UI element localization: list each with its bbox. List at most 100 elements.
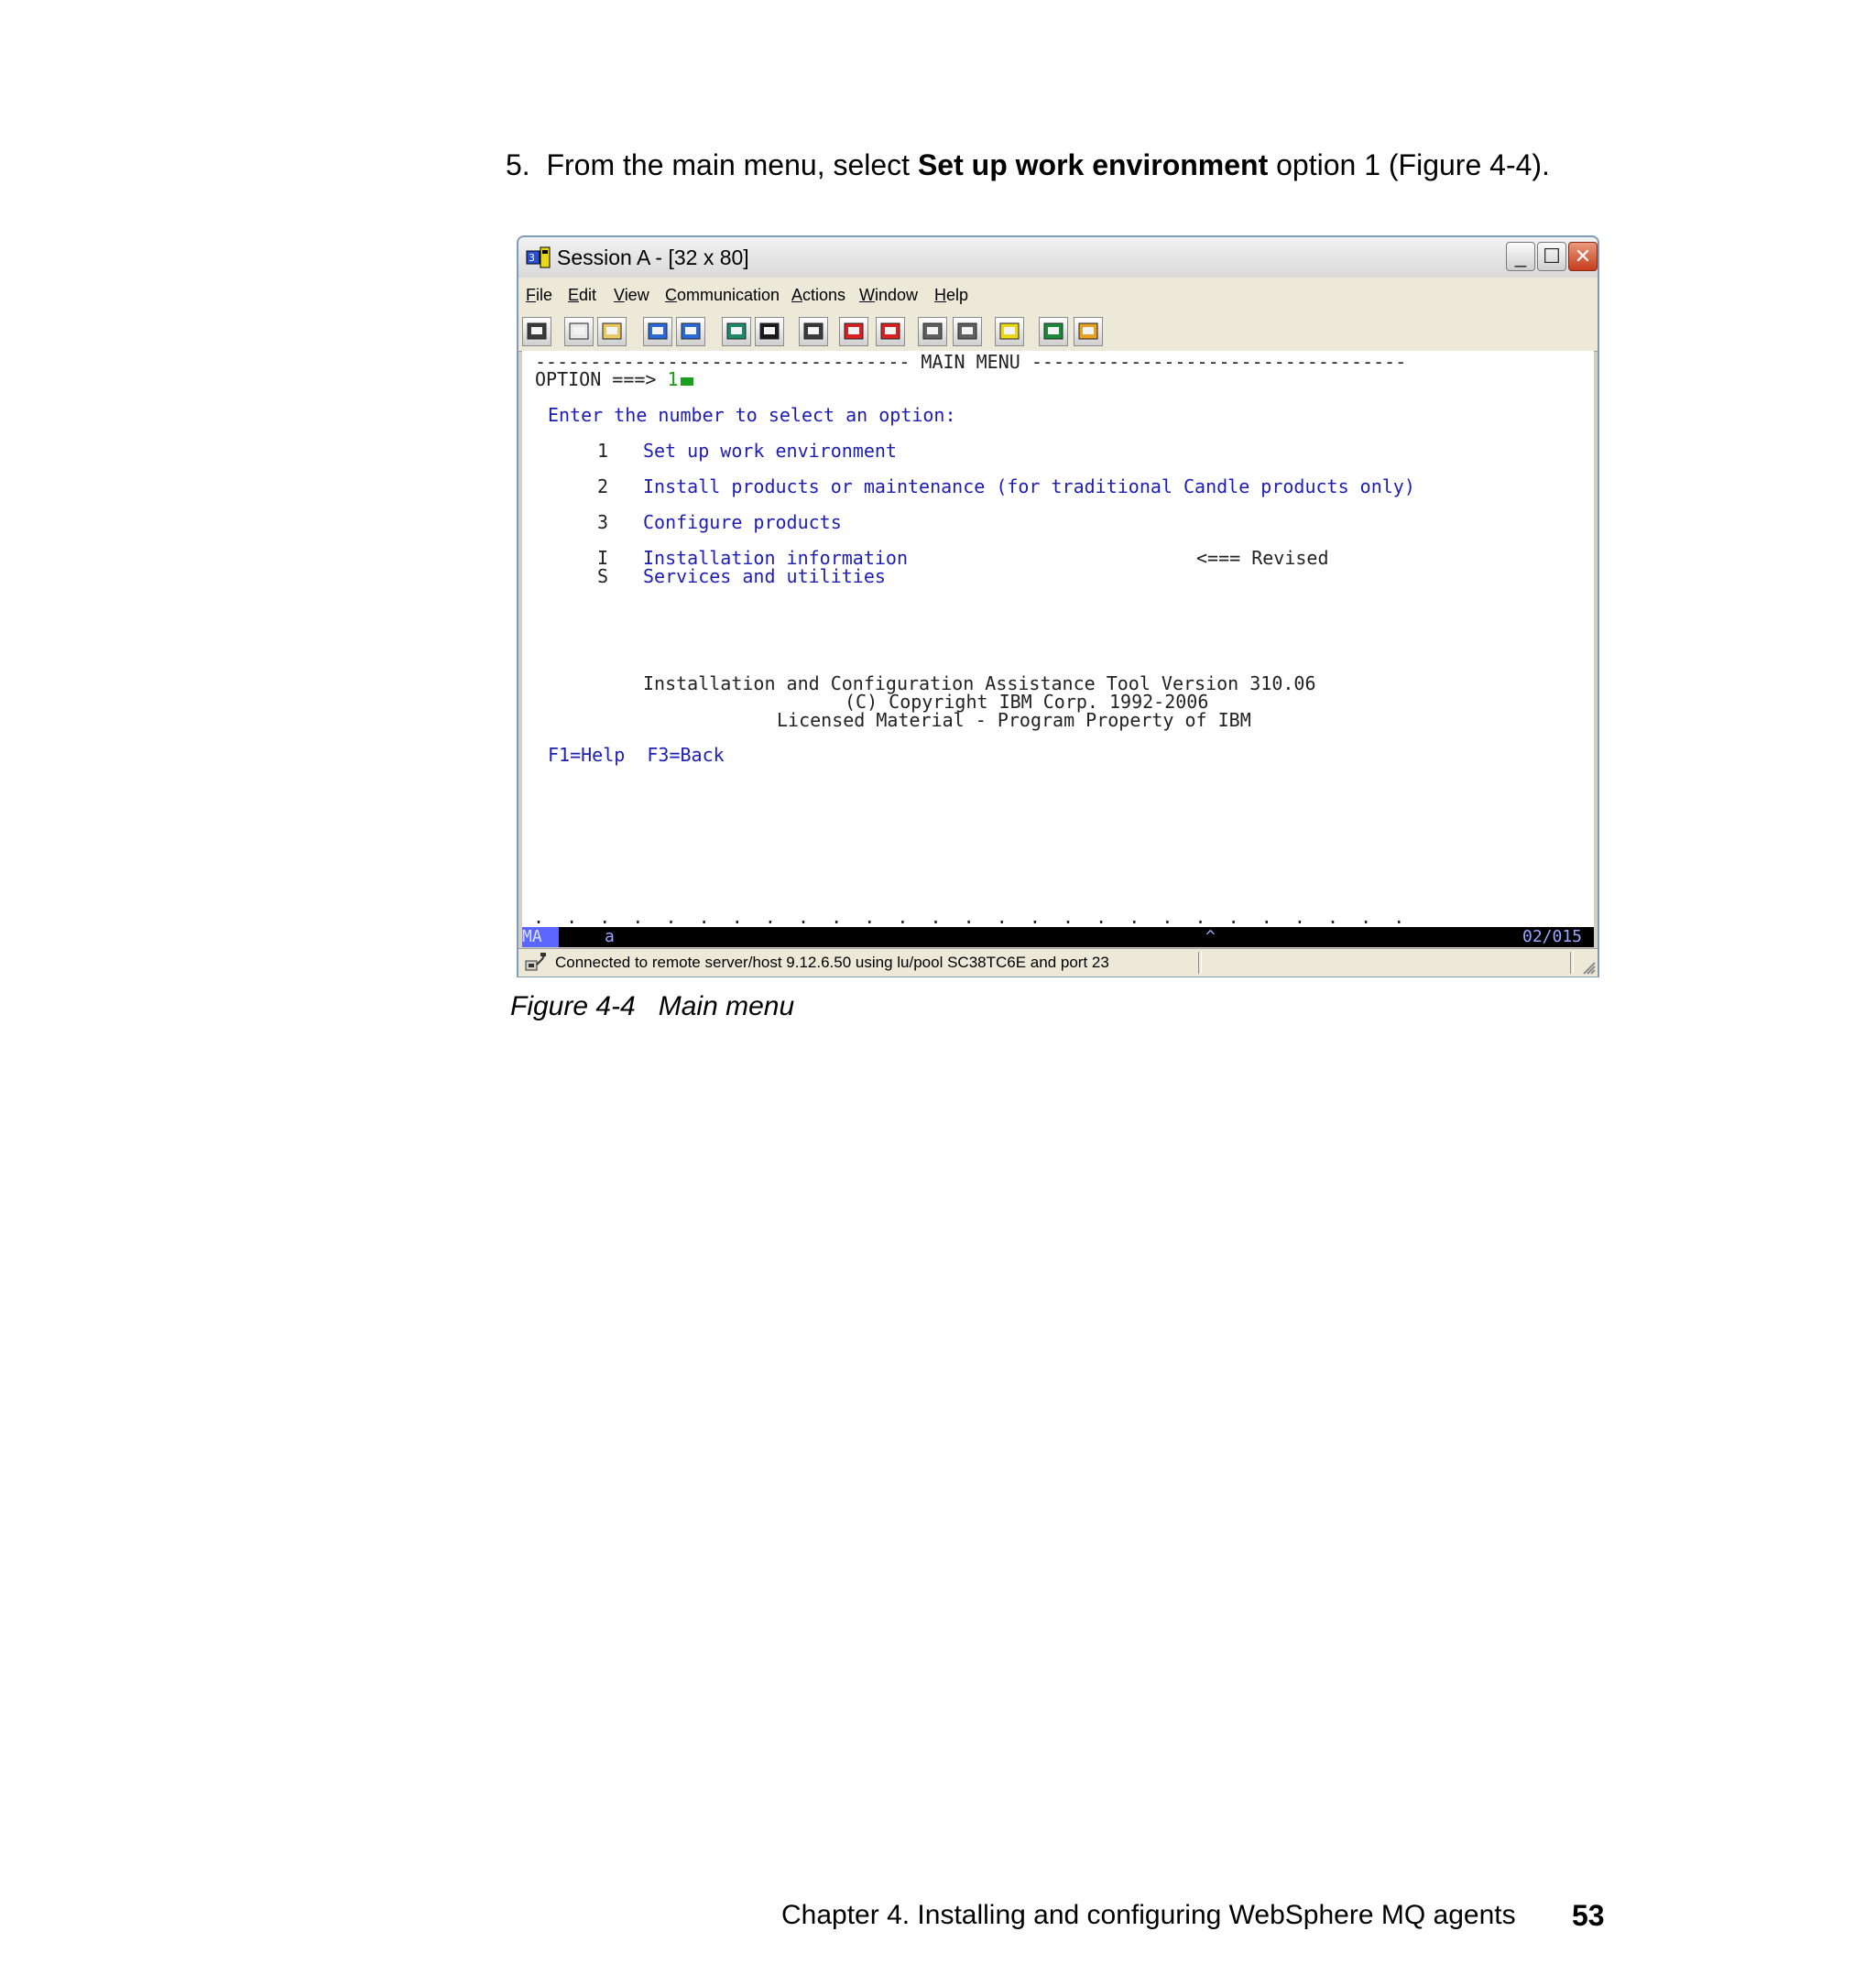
step-bold: Set up work environment <box>917 148 1269 181</box>
menu-bar: File Edit View Communication Actions Window He… <box>518 278 1598 313</box>
screen-icon <box>527 322 547 340</box>
send-file-icon <box>648 322 668 340</box>
title-bar[interactable]: 3 Session A - [32 x 80] _ ☐ ✕ <box>518 237 1598 278</box>
text-cursor <box>680 377 693 386</box>
menu-label-rest: iew <box>624 286 649 304</box>
option-key-3: 3 <box>597 511 609 533</box>
macro-stop-button[interactable] <box>876 317 905 346</box>
svg-text:3: 3 <box>529 252 535 264</box>
display-button[interactable] <box>722 317 751 346</box>
macro-record-button[interactable] <box>839 317 868 346</box>
menu-label-rest: dit <box>579 286 597 304</box>
figure-label: Figure 4-4 <box>510 991 636 1021</box>
menu-label-rest: indow <box>875 286 919 304</box>
receive-file-icon <box>681 322 701 340</box>
keyboard-button[interactable] <box>799 317 828 346</box>
menu-file[interactable]: File <box>526 284 552 306</box>
connection-icon <box>525 953 546 971</box>
toolbar <box>518 312 1598 352</box>
footer-chapter: Chapter 4. Installing and configuring We… <box>781 1900 1516 1930</box>
macro-record-icon <box>844 322 864 340</box>
macro-options-button[interactable] <box>953 317 982 346</box>
display-setup-button[interactable] <box>755 317 784 346</box>
step-instruction: 5. From the main menu, select Set up wor… <box>506 147 1550 183</box>
macro-stop-icon <box>880 322 900 340</box>
receive-file-button[interactable] <box>676 317 705 346</box>
operator-info-area: MA a ^ 02/015 <box>522 927 1594 947</box>
minimize-icon: _ <box>1514 245 1527 267</box>
menu-view[interactable]: View <box>614 284 649 306</box>
display-setup-icon <box>759 322 780 340</box>
menu-mnemonic: E <box>568 286 580 304</box>
menu-mnemonic: V <box>614 286 625 304</box>
menu-mnemonic: F <box>526 286 536 304</box>
menu-edit[interactable]: Edit <box>568 284 596 306</box>
menu-label-rest: elp <box>946 286 969 304</box>
menu-label-rest: ctions <box>802 286 846 304</box>
option-key-i: I <box>597 547 609 569</box>
macro-options-icon <box>957 322 977 340</box>
close-icon: ✕ <box>1574 245 1592 267</box>
macro-play-button[interactable] <box>918 317 947 346</box>
terminal-app-icon: 3 <box>526 246 551 268</box>
menu-label-rest: ommunication <box>677 286 780 304</box>
close-button[interactable]: ✕ <box>1568 242 1598 271</box>
clipboard-button[interactable] <box>995 317 1024 346</box>
keyboard-icon <box>803 322 823 340</box>
figure-title: Main menu <box>658 991 795 1021</box>
maximize-icon: ☐ <box>1543 245 1561 267</box>
copy-icon <box>569 322 589 340</box>
maximize-button[interactable]: ☐ <box>1537 242 1566 271</box>
clipboard-icon <box>999 322 1020 340</box>
revised-note: <=== Revised <box>1196 547 1329 569</box>
option-prompt: OPTION ===> <box>535 368 657 390</box>
menu-communication[interactable]: Communication <box>665 284 780 306</box>
window-title: Session A - [32 x 80] <box>557 246 749 269</box>
page-number: 53 <box>1572 1899 1605 1932</box>
license-line: Licensed Material - Program Property of … <box>777 709 1251 731</box>
oia-mode: MA <box>522 927 559 947</box>
copyright-line: (C) Copyright IBM Corp. 1992-2006 <box>845 691 1209 713</box>
oia-cursor-position: 02/015 <box>1522 927 1583 946</box>
option-key-1: 1 <box>597 440 609 462</box>
option-label-s[interactable]: Services and utilities <box>643 567 886 585</box>
instruction-text: Enter the number to select an option: <box>548 404 956 426</box>
step-prefix: From the main menu, select <box>546 148 911 181</box>
tag-button[interactable] <box>1074 317 1103 346</box>
option-label-2[interactable]: Install products or maintenance (for tra… <box>643 477 1415 496</box>
option-key-s: S <box>597 565 609 587</box>
screen-button[interactable] <box>522 317 551 346</box>
tag-icon <box>1078 322 1098 340</box>
step-number: 5. <box>506 148 530 181</box>
minimize-button[interactable]: _ <box>1506 242 1535 271</box>
paste-button[interactable] <box>597 317 627 346</box>
menu-actions[interactable]: Actions <box>791 284 845 306</box>
option-input[interactable]: 1 <box>668 368 679 390</box>
function-keys: F1=Help F3=Back <box>548 744 725 766</box>
step-suffix: option 1 (Figure 4-4). <box>1276 148 1550 181</box>
option-label-3[interactable]: Configure products <box>643 513 842 531</box>
web-button[interactable] <box>1039 317 1068 346</box>
dots-line: . . . . . . . . . . . . . . . . . . . . … <box>533 906 1405 927</box>
menu-help[interactable]: Help <box>934 284 968 306</box>
figure-caption: Figure 4-4 Main menu <box>510 989 794 1024</box>
oia-indicator: ^ <box>1205 927 1216 946</box>
menu-label-rest: ile <box>536 286 553 304</box>
paste-icon <box>602 322 622 340</box>
terminal-screen[interactable]: ---------------------------------- MAIN … <box>522 351 1594 927</box>
resize-grip-icon[interactable] <box>1579 958 1596 975</box>
option-label-i[interactable]: Installation information <box>643 549 908 567</box>
option-prompt-line: OPTION ===> 1 <box>535 370 693 388</box>
display-icon <box>726 322 747 340</box>
menu-window[interactable]: Window <box>859 284 918 306</box>
emulator-window: 3 Session A - [32 x 80] _ ☐ ✕ File Edit Vi… <box>517 235 1599 977</box>
send-file-button[interactable] <box>643 317 672 346</box>
copy-button[interactable] <box>564 317 594 346</box>
web-icon <box>1043 322 1063 340</box>
oia-session: a <box>605 927 615 946</box>
macro-play-icon <box>922 322 943 340</box>
option-label-1[interactable]: Set up work environment <box>643 442 897 460</box>
status-divider <box>1570 952 1574 974</box>
menu-mnemonic: C <box>665 286 677 304</box>
status-divider <box>1198 952 1202 974</box>
